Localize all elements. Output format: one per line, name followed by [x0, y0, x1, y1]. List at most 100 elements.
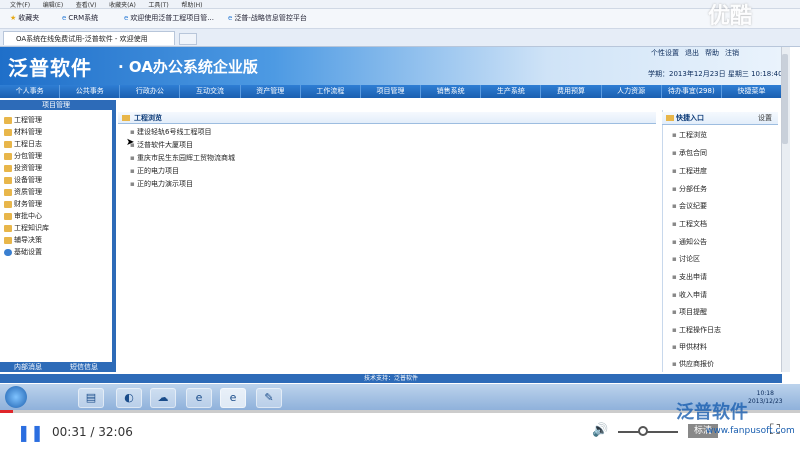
signoff-link[interactable]: 注销 — [725, 48, 739, 58]
logout-link[interactable]: 退出 — [685, 48, 699, 58]
nav-interaction[interactable]: 互动交流 — [180, 85, 241, 98]
main-panel — [118, 110, 656, 372]
sidebar-item-label: 设备管理 — [14, 176, 42, 184]
project-link[interactable]: 泛普软件大厦项目 — [130, 140, 193, 150]
sidebar-splitter[interactable] — [112, 100, 116, 372]
main-title-text: 工程浏览 — [134, 114, 162, 122]
sidebar-item-subcontract[interactable]: 分包管理 — [4, 151, 42, 161]
sidebar-item-label: 分包管理 — [14, 152, 42, 160]
volume-icon[interactable]: 🔊 — [592, 423, 608, 438]
video-time: 00:31 / 32:06 — [52, 425, 133, 439]
sidebar-item-investment[interactable]: 投资管理 — [4, 163, 42, 173]
sidebar-item-label: 投资管理 — [14, 164, 42, 172]
start-button[interactable] — [5, 386, 27, 408]
quick-entry-title: 快捷入口 — [676, 114, 704, 122]
folder-icon — [4, 164, 12, 172]
nav-project[interactable]: 项目管理 — [361, 85, 422, 98]
nav-budget[interactable]: 费用预算 — [541, 85, 602, 98]
fav-project-mgmt[interactable]: e 欢迎使用泛普工程项目管... — [124, 13, 214, 23]
quick-link[interactable]: 承包合同 — [672, 148, 707, 158]
sidebar-item-decision[interactable]: 辅导决策 — [4, 235, 42, 245]
pause-icon[interactable]: ❚❚ — [17, 423, 44, 442]
project-link[interactable]: 重庆市民生东园辉工贸物流商城 — [130, 153, 235, 163]
sidebar-item-equipment[interactable]: 设备管理 — [4, 175, 42, 185]
quick-link[interactable]: 供应商报价 — [672, 359, 714, 369]
sidebar-item-engineering[interactable]: 工程管理 — [4, 115, 42, 125]
folder-icon — [122, 115, 130, 121]
header-links: 个性设置 退出 帮助 注销 — [651, 48, 739, 58]
folder-icon — [4, 224, 12, 232]
scrollbar-thumb[interactable] — [782, 54, 788, 144]
nav-admin[interactable]: 行政办公 — [120, 85, 181, 98]
folder-icon — [4, 140, 12, 148]
quick-link[interactable]: 分部任务 — [672, 184, 707, 194]
personal-settings-link[interactable]: 个性设置 — [651, 48, 679, 58]
fanpu-watermark-url: www.fanpusoft.com — [706, 426, 795, 436]
help-link[interactable]: 帮助 — [705, 48, 719, 58]
cloud-app-icon[interactable]: ☁ — [150, 388, 176, 408]
sidebar-item-label: 基础设置 — [14, 248, 42, 256]
nav-personal[interactable]: 个人事务 — [0, 85, 61, 98]
nav-todo[interactable]: 待办事宜(298) — [662, 85, 722, 98]
nav-production[interactable]: 生产系统 — [481, 85, 542, 98]
media-app-icon[interactable]: ◐ — [116, 388, 142, 408]
sidebar-item-basic-settings[interactable]: 基础设置 — [4, 247, 42, 257]
clock-date: 2013/12/23 — [748, 398, 783, 405]
fav-crm-label: CRM系统 — [68, 14, 99, 22]
folder-icon — [4, 200, 12, 208]
paint-app-icon[interactable]: ✎ — [256, 388, 282, 408]
tab-title: OA系统在线免费试用-泛普软件 - 欢迎使用 — [16, 35, 148, 43]
fav-crm[interactable]: e CRM系统 — [62, 13, 98, 23]
quick-link[interactable]: 工程浏览 — [672, 130, 707, 140]
project-link[interactable]: 建设轻轨6号线工程项目 — [130, 127, 211, 137]
browser-tab[interactable]: OA系统在线免费试用-泛普软件 - 欢迎使用 — [3, 31, 175, 45]
sidebar-item-qualification[interactable]: 资质管理 — [4, 187, 42, 197]
fav-strategy[interactable]: e 泛普-战略信息管控平台 — [228, 13, 307, 23]
sidebar-item-approval[interactable]: 审批中心 — [4, 211, 42, 221]
ie-taskbar-icon[interactable]: e — [186, 388, 212, 408]
quick-link[interactable]: 会议纪要 — [672, 201, 707, 211]
quick-link[interactable]: 项目提醒 — [672, 307, 707, 317]
quick-link[interactable]: 收入申请 — [672, 290, 707, 300]
volume-knob[interactable] — [638, 426, 648, 436]
favorites-button[interactable]: ★ 收藏夹 — [10, 13, 39, 23]
system-clock: 10:18 2013/12/23 — [748, 390, 783, 406]
sidebar-item-finance[interactable]: 财务管理 — [4, 199, 42, 209]
quick-link[interactable]: 甲供材料 — [672, 342, 707, 352]
sidebar-bottom-tabs: 内部消息 短信信息 — [0, 362, 112, 372]
sidebar-item-materials[interactable]: 材料管理 — [4, 127, 42, 137]
tab-internal-messages[interactable]: 内部消息 — [14, 362, 42, 372]
ie-active-taskbar-icon[interactable]: e — [220, 388, 246, 408]
quick-link[interactable]: 讨论区 — [672, 254, 700, 264]
ie-icon: e — [62, 14, 67, 22]
ie-icon: e — [228, 14, 233, 22]
folder-icon — [4, 188, 12, 196]
quick-link[interactable]: 工程操作日志 — [672, 325, 721, 335]
folder-icon — [4, 116, 12, 124]
volume-slider[interactable] — [618, 431, 678, 433]
quick-link[interactable]: 工程文档 — [672, 219, 707, 229]
nav-hr[interactable]: 人力资源 — [602, 85, 662, 98]
app-logo: 泛普软件 — [8, 56, 92, 80]
sidebar-item-knowledge[interactable]: 工程知识库 — [4, 223, 49, 233]
folder-icon — [4, 212, 12, 220]
sidebar-item-log[interactable]: 工程日志 — [4, 139, 42, 149]
nav-assets[interactable]: 资产管理 — [241, 85, 301, 98]
explorer-icon[interactable]: ▤ — [78, 388, 104, 408]
quick-link[interactable]: 通知公告 — [672, 237, 707, 247]
nav-sales[interactable]: 销售系统 — [421, 85, 482, 98]
tab-sms[interactable]: 短信信息 — [70, 362, 98, 372]
new-tab-button[interactable] — [179, 33, 197, 45]
fav-project-label: 欢迎使用泛普工程项目管... — [130, 14, 214, 22]
nav-quickmenu[interactable]: 快捷菜单 — [722, 85, 783, 98]
nav-public[interactable]: 公共事务 — [60, 85, 121, 98]
sidebar-item-label: 工程管理 — [14, 116, 42, 124]
nav-workflow[interactable]: 工作流程 — [301, 85, 361, 98]
clock-time: 10:18 — [756, 390, 774, 397]
project-link[interactable]: 正的电力项目 — [130, 166, 179, 176]
quick-entry-settings-link[interactable]: 设置 — [758, 112, 772, 124]
project-link[interactable]: 正的电力演示项目 — [130, 179, 193, 189]
sidebar-item-label: 资质管理 — [14, 188, 42, 196]
quick-link[interactable]: 工程进度 — [672, 166, 707, 176]
quick-link[interactable]: 支出申请 — [672, 272, 707, 282]
